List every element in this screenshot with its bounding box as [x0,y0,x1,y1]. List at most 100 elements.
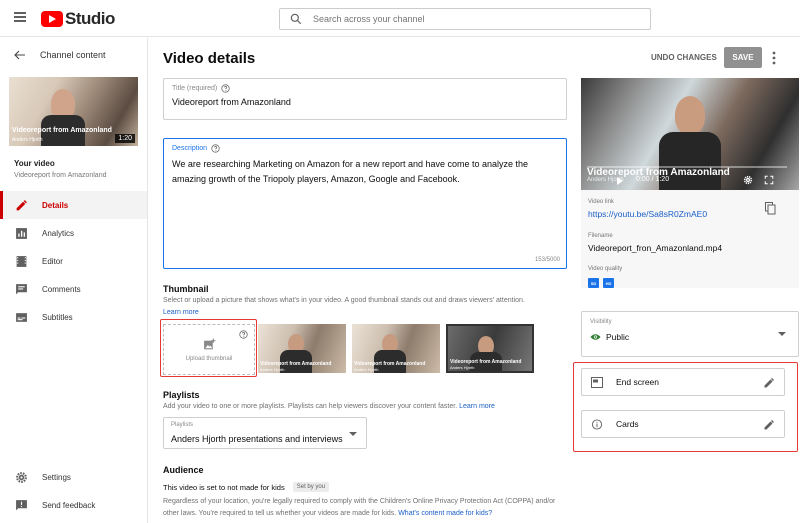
menu-icon[interactable] [14,12,26,22]
sidebar-item-label: Analytics [42,228,75,238]
film-icon [16,255,27,267]
subtitles-icon [16,312,27,322]
thumbnail-option-selected[interactable]: Videoreport from Amazonland Anders Hjort… [446,324,534,373]
eye-icon [590,334,601,340]
sidebar-item-editor[interactable]: Editor [0,247,147,275]
sidebar-video-thumbnail[interactable]: Videoreport from Amazonland Anders Hjort… [9,77,138,146]
title-field-label: Title (required) [172,85,218,92]
sidebar-bottom: Settings Send feedback [0,463,147,519]
audience-title: Audience [163,465,204,475]
description-char-count: 153/5000 [534,257,560,263]
play-icon[interactable] [617,177,623,185]
thumb-author: Anders Hjorth [12,137,43,143]
description-label: Description [172,145,208,152]
playlists-select[interactable]: Playlists Anders Hjorth presentations an… [163,417,367,449]
video-link[interactable]: https://youtu.be/Sa8sR0ZmAE0 [588,209,707,219]
studio-logo[interactable]: Studio [41,9,115,29]
playlists-select-label: Playlists [171,422,194,428]
title-field[interactable]: Title (required) Videoreport from Amazon… [163,78,567,120]
fullscreen-icon[interactable] [764,175,774,185]
video-quality-label: Video quality [588,266,623,272]
sidebar-item-comments[interactable]: Comments [0,275,147,303]
made-for-kids-link[interactable]: What's content made for kids? [398,510,492,517]
title-input[interactable]: Videoreport from Amazonland [172,97,291,107]
video-player[interactable]: Videoreport from Amazonland Anders Hjort… [581,78,799,190]
title-field-label-row: Title (required) [172,84,230,93]
thumb-author: Anders Hjorth [450,365,475,370]
more-options-icon[interactable] [769,50,779,66]
highlight-end-screen-cards [573,362,798,452]
undo-changes-button[interactable]: UNDO CHANGES [651,53,717,62]
gear-icon[interactable] [743,175,753,185]
thumbnail-option[interactable]: Videoreport from Amazonland Anders Hjort… [352,324,440,373]
youtube-play-icon [41,11,63,27]
visibility-select[interactable]: Visibility Public [581,311,799,357]
audience-para-text: Regardless of your location, you're lega… [163,498,556,517]
sidebar-item-details[interactable]: Details [0,191,147,219]
thumbnail-option[interactable]: Videoreport from Amazonland Anders Hjort… [258,324,346,373]
visibility-value: Public [606,332,630,342]
highlight-upload-thumbnail [160,319,257,377]
sidebar-item-analytics[interactable]: Analytics [0,219,147,247]
feedback-icon [16,499,27,510]
sidebar-item-label: Comments [42,284,81,294]
main-content: Video details UNDO CHANGES SAVE Title (r… [149,38,800,523]
help-icon[interactable] [221,84,230,93]
playlists-desc-row: Add your video to one or more playlists.… [163,403,495,410]
pencil-icon [16,199,27,210]
caret-down-icon [778,332,786,336]
sidebar-item-label: Send feedback [42,500,96,510]
thumb-duration: 1:20 [115,134,135,143]
description-label-row: Description [172,144,220,153]
visibility-label: Visibility [590,319,612,325]
copy-icon[interactable] [765,202,776,215]
set-by-you-chip: Set by you [292,482,330,492]
playlists-desc: Add your video to one or more playlists.… [163,403,458,410]
arrow-back-icon[interactable] [14,50,26,60]
help-icon[interactable] [211,144,220,153]
sidebar-item-label: Details [42,200,69,210]
video-quality-badges: SD HD [588,278,614,288]
thumb-title: Videoreport from Amazonland [12,127,112,134]
your-video-label: Your video [14,159,55,168]
back-to-channel-content[interactable]: Channel content [14,50,106,60]
sidebar-item-settings[interactable]: Settings [0,463,147,491]
sd-badge: SD [588,278,599,288]
description-textarea[interactable]: We are researching Marketing on Amazon f… [172,157,552,187]
sidebar-item-label: Subtitles [42,312,73,322]
visibility-value-row: Public [590,332,629,342]
sidebar-item-subtitles[interactable]: Subtitles [0,303,147,331]
thumbnail-desc: Select or upload a picture that shows wh… [163,297,525,304]
filename-value: Videoreport_fron_Amazonland.mp4 [588,243,723,253]
thumbnail-options: Videoreport from Amazonland Anders Hjort… [258,324,534,373]
filename-label: Filename [588,233,613,239]
thumbnail-learn-more-link[interactable]: Learn more [163,309,199,316]
sidebar: Channel content Videoreport from Amazonl… [0,38,148,523]
audience-status-row: This video is set to not made for kids S… [163,482,330,492]
sidebar-item-send-feedback[interactable]: Send feedback [0,491,147,519]
save-button[interactable]: SAVE [724,47,762,68]
page-title: Video details [163,50,256,67]
top-bar: Studio [0,0,800,37]
thumb-author: Anders Hjorth [354,367,379,372]
audience-status: This video is set to not made for kids [163,482,285,492]
search-icon [290,13,302,25]
gear-icon [16,471,27,483]
playlists-learn-more-link[interactable]: Learn more [459,403,495,410]
caret-down-icon [349,432,357,436]
player-time: 0:00 / 1:20 [636,176,670,183]
analytics-icon [16,227,27,239]
player-person [675,96,705,134]
sidebar-nav: Details Analytics Editor Comments Subtit… [0,191,147,331]
description-field[interactable]: Description We are researching Marketing… [163,138,567,269]
search-box[interactable] [279,8,651,30]
thumb-author: Anders Hjorth [260,367,285,372]
back-label: Channel content [40,50,106,60]
playlists-title: Playlists [163,390,200,400]
sidebar-item-label: Editor [42,256,63,266]
audience-paragraph: Regardless of your location, you're lega… [163,496,563,520]
video-preview-card: Videoreport from Amazonland Anders Hjort… [581,78,799,288]
comment-icon [16,283,27,294]
search-input[interactable] [313,14,613,24]
your-video-title: Videoreport from Amazonland [14,172,107,179]
